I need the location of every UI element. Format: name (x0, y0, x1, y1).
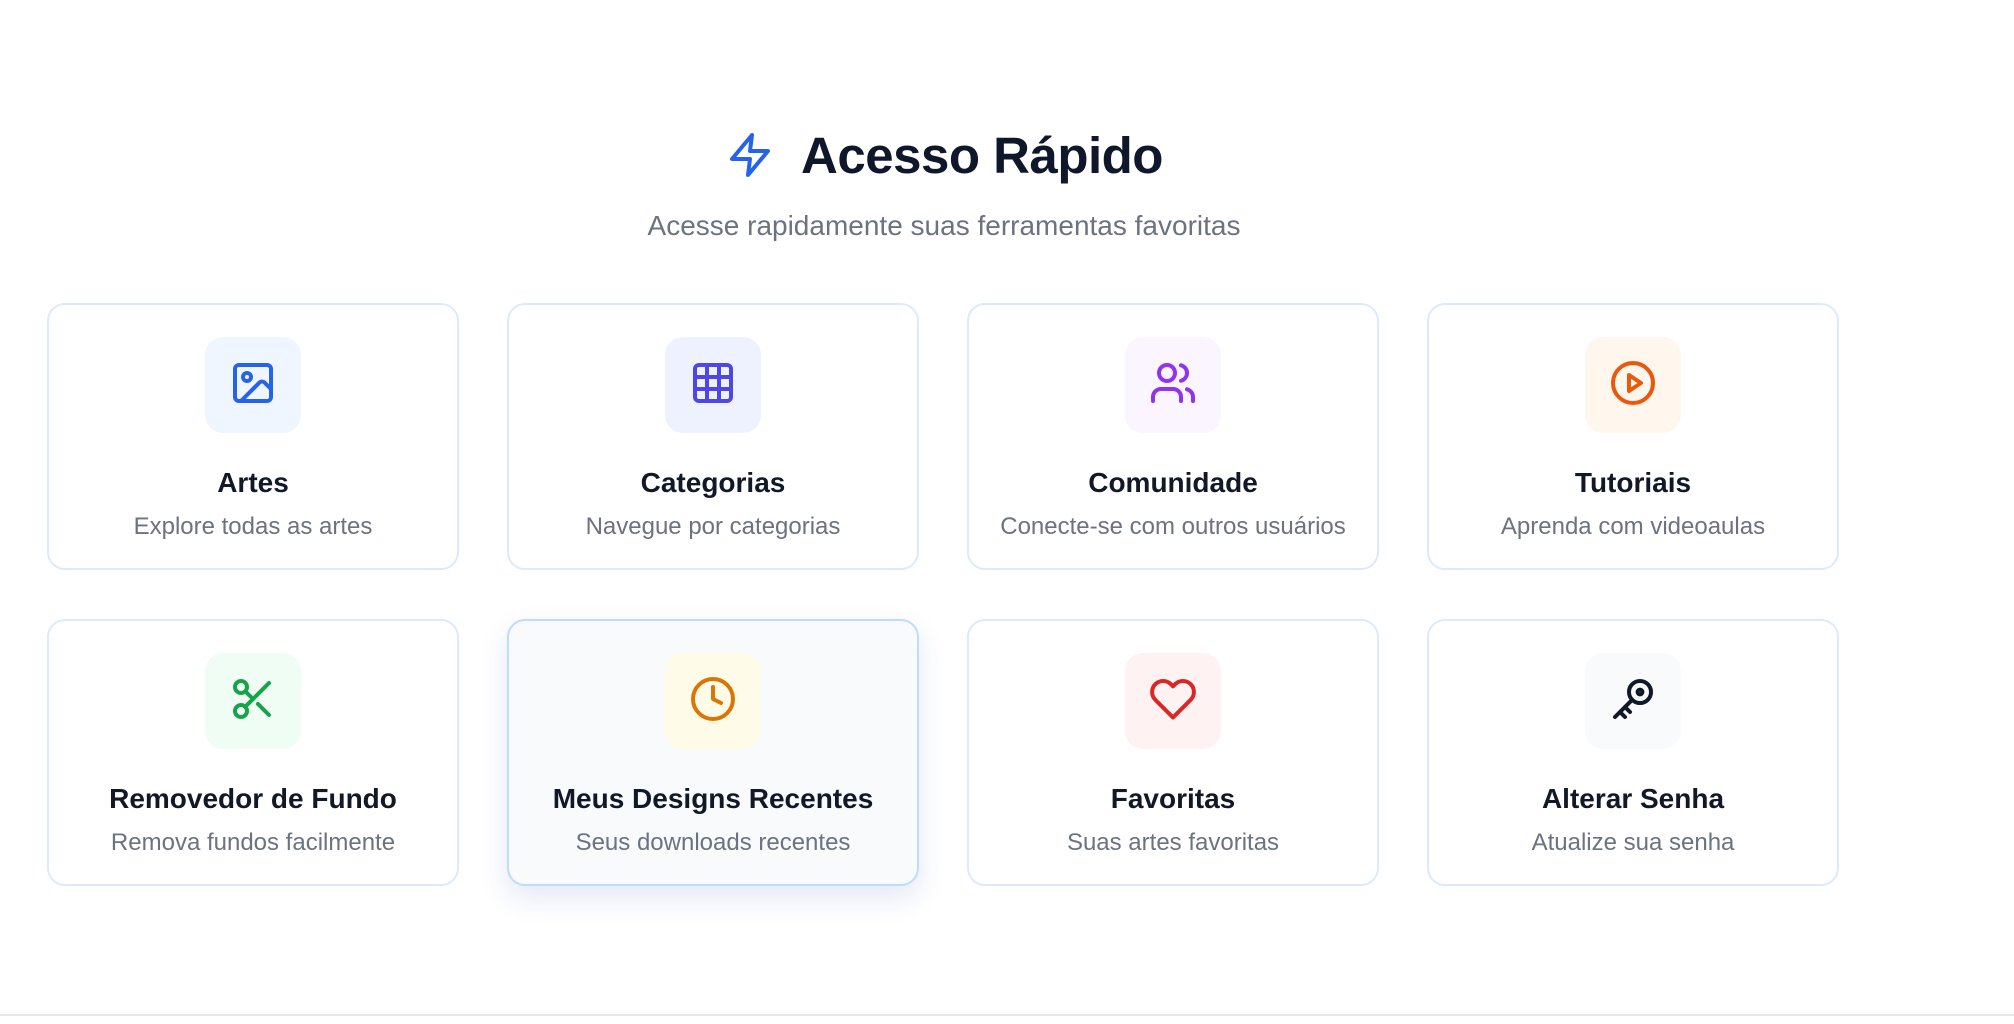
title-row: Acesso Rápido (0, 120, 1888, 190)
card-title: Categorias (640, 467, 786, 498)
card-categorias[interactable]: Categorias Navegue por categorias (507, 303, 919, 570)
card-tutoriais[interactable]: Tutoriais Aprenda com videoaulas (1427, 303, 1839, 570)
card-title: Comunidade (1088, 467, 1258, 498)
clock-icon (689, 675, 737, 728)
card-description: Atualize sua senha (1531, 829, 1735, 856)
grid-icon (689, 359, 737, 412)
card-artes[interactable]: Artes Explore todas as artes (47, 303, 459, 570)
page-subtitle: Acesse rapidamente suas ferramentas favo… (647, 210, 1241, 241)
card-icon-box (205, 337, 301, 433)
card-removedor-de-fundo[interactable]: Removedor de Fundo Remova fundos facilme… (47, 619, 459, 886)
card-icon-box (205, 653, 301, 749)
card-title: Artes (217, 467, 289, 498)
card-description: Suas artes favoritas (1066, 829, 1280, 856)
card-favoritas[interactable]: Favoritas Suas artes favoritas (967, 619, 1379, 886)
card-title: Favoritas (1110, 783, 1236, 814)
card-description: Remova fundos facilmente (110, 829, 396, 856)
card-alterar-senha[interactable]: Alterar Senha Atualize sua senha (1427, 619, 1839, 886)
section-divider (0, 1014, 2014, 1016)
card-icon-box (1585, 337, 1681, 433)
card-title: Tutoriais (1574, 467, 1692, 498)
card-icon-box (1585, 653, 1681, 749)
card-title: Meus Designs Recentes (552, 783, 874, 814)
card-description: Navegue por categorias (585, 513, 841, 540)
key-icon (1609, 675, 1657, 728)
heart-icon (1149, 675, 1197, 728)
card-title: Alterar Senha (1541, 783, 1725, 814)
card-description: Conecte-se com outros usuários (1000, 513, 1346, 540)
quick-access-grid: Artes Explore todas as artes Categorias … (47, 303, 1839, 886)
card-icon-box (1125, 653, 1221, 749)
scissors-icon (229, 675, 277, 728)
card-icon-box (665, 653, 761, 749)
quick-access-section: Acesso Rápido Acesse rapidamente suas fe… (0, 0, 1888, 1024)
card-description: Aprenda com videoaulas (1500, 513, 1766, 540)
play-circle-icon (1609, 359, 1657, 412)
card-icon-box (665, 337, 761, 433)
page-title: Acesso Rápido (801, 126, 1163, 184)
card-comunidade[interactable]: Comunidade Conecte-se com outros usuário… (967, 303, 1379, 570)
zap-icon (725, 130, 775, 180)
card-meus-designs-recentes[interactable]: Meus Designs Recentes Seus downloads rec… (507, 619, 919, 886)
card-description: Explore todas as artes (133, 513, 373, 540)
image-icon (229, 359, 277, 412)
section-header: Acesso Rápido Acesse rapidamente suas fe… (0, 120, 1888, 242)
card-icon-box (1125, 337, 1221, 433)
users-icon (1149, 359, 1197, 412)
card-description: Seus downloads recentes (575, 829, 851, 856)
card-title: Removedor de Fundo (109, 783, 397, 814)
